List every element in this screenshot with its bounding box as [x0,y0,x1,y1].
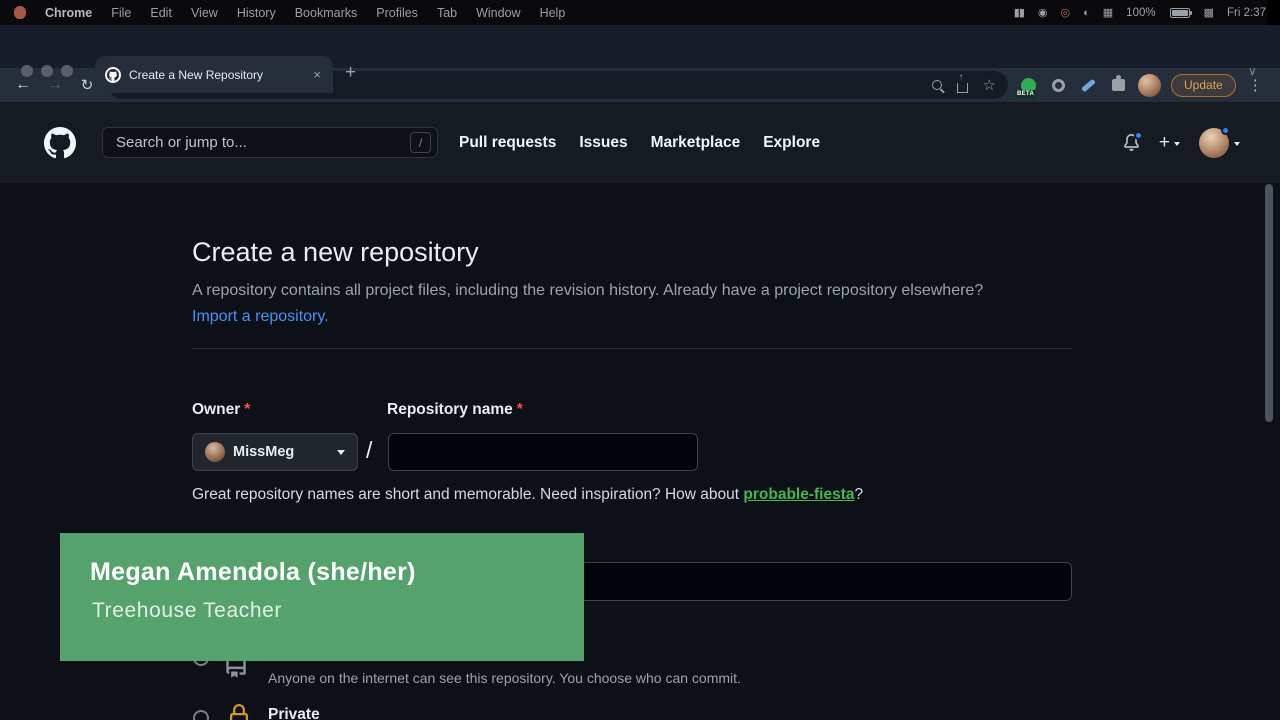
screen-corner-patch [1267,0,1280,25]
menu-view[interactable]: View [191,6,218,20]
repository-name-input[interactable] [388,433,698,471]
github-search: / [102,127,438,158]
presenter-role: Treehouse Teacher [92,599,584,623]
page-title: Create a new repository [192,237,479,268]
public-option-description: Anyone on the internet can see this repo… [268,670,741,686]
app-status-icon[interactable]: ◎ [1061,6,1070,19]
omnibox-actions: ☆ [932,78,996,93]
github-favicon [105,67,121,83]
tab-close-icon[interactable]: × [311,67,323,82]
window-zoom-button[interactable] [61,65,73,77]
github-header: / Pull requests Issues Marketplace Explo… [0,102,1280,183]
window-close-button[interactable] [21,65,33,77]
share-icon[interactable] [957,83,968,93]
create-new-button[interactable]: + [1159,133,1180,152]
spaces-icon[interactable]: ▩ [1204,6,1213,19]
avatar-notification-dot [1221,126,1230,135]
pen-extension-icon[interactable] [1078,73,1098,97]
owner-repo-separator: / [366,437,372,464]
owner-label: Owner* [192,401,250,419]
import-repository-link[interactable]: Import a repository. [192,308,329,325]
presenter-lower-third: Megan Amendola (she/her) Treehouse Teach… [60,533,584,661]
apple-menu-icon[interactable] [14,6,26,19]
new-tab-button[interactable]: + [345,62,356,84]
required-asterisk: * [517,401,523,418]
tab-search-chevron-icon[interactable]: ∨ [1248,64,1257,78]
github-header-actions: + [1123,128,1240,158]
battery-icon [1170,8,1190,18]
chevron-down-icon [1174,142,1180,146]
app-status2-icon[interactable]: ◐ [1083,7,1089,19]
browser-tab-strip: Create a New Repository × + ∨ [0,25,1280,68]
repo-name-helper: Great repository names are short and mem… [192,486,863,504]
screen: Chrome File Edit View History Bookmarks … [0,0,1280,720]
page-scrollbar[interactable] [1265,184,1273,422]
menu-help[interactable]: Help [540,6,566,20]
forward-button[interactable]: → [44,76,66,94]
owner-avatar [205,442,225,462]
owner-dropdown[interactable]: MissMeg [192,433,358,471]
nav-explore[interactable]: Explore [763,134,820,152]
camera-icon[interactable]: ◉ [1038,6,1047,19]
menu-file[interactable]: File [111,6,131,20]
macos-menubar: Chrome File Edit View History Bookmarks … [0,0,1280,25]
chevron-down-icon [1234,142,1240,146]
chevron-down-icon [337,450,345,455]
menubar-status-area: ▮▮ ◉ ◎ ◐ ▦ 100% ▩ Fri 2:37 [1014,6,1266,19]
menu-profiles[interactable]: Profiles [376,6,418,20]
required-asterisk: * [244,401,250,418]
extensions-puzzle-icon[interactable] [1108,73,1128,97]
bookmark-star-icon[interactable]: ☆ [983,78,996,93]
user-menu-button[interactable] [1199,128,1240,158]
nav-pull-requests[interactable]: Pull requests [459,134,556,152]
suggested-repo-name-link[interactable]: probable-fiesta [743,486,854,503]
menubar-clock[interactable]: Fri 2:37 [1227,7,1266,19]
private-option-label[interactable]: Private [268,706,320,720]
plus-icon: + [1159,133,1170,152]
lock-icon [227,704,251,720]
intro-text: A repository contains all project files,… [192,278,1014,330]
chrome-menu-kebab-icon[interactable]: ⋮ [1246,76,1265,94]
menu-tab[interactable]: Tab [437,6,457,20]
browser-tab[interactable]: Create a New Repository × [95,56,333,93]
chrome-profile-avatar[interactable] [1138,74,1161,97]
menu-chrome[interactable]: Chrome [45,6,92,20]
menu-edit[interactable]: Edit [150,6,172,20]
back-button[interactable]: ← [12,76,34,94]
menu-history[interactable]: History [237,6,276,20]
display-icon[interactable]: ▦ [1103,6,1112,19]
github-logo-icon[interactable] [44,127,76,159]
battery-percent: 100% [1126,7,1155,19]
search-input[interactable] [102,127,438,158]
owner-name: MissMeg [233,444,294,460]
presenter-name: Megan Amendola (she/her) [90,558,584,587]
notifications-bell-icon[interactable] [1123,134,1140,151]
nav-marketplace[interactable]: Marketplace [651,134,741,152]
gear-extension-icon[interactable] [1048,73,1068,97]
notification-dot [1134,131,1143,140]
search-shortcut-hint: / [410,132,431,153]
menu-bookmarks[interactable]: Bookmarks [295,6,358,20]
menu-window[interactable]: Window [476,6,520,20]
beta-badge: BETA [1015,90,1036,98]
tab-title: Create a New Repository [129,68,303,82]
repository-name-label: Repository name* [387,401,523,419]
zoom-icon[interactable] [932,80,942,90]
section-divider [192,348,1072,349]
nav-issues[interactable]: Issues [579,134,627,152]
private-radio[interactable] [193,710,209,720]
chrome-update-button[interactable]: Update [1171,74,1236,97]
github-nav: Pull requests Issues Marketplace Explore [459,134,820,152]
beta-extension-icon[interactable]: BETA [1018,73,1038,97]
window-minimize-button[interactable] [41,65,53,77]
screen-record-icon[interactable]: ▮▮ [1014,6,1024,19]
